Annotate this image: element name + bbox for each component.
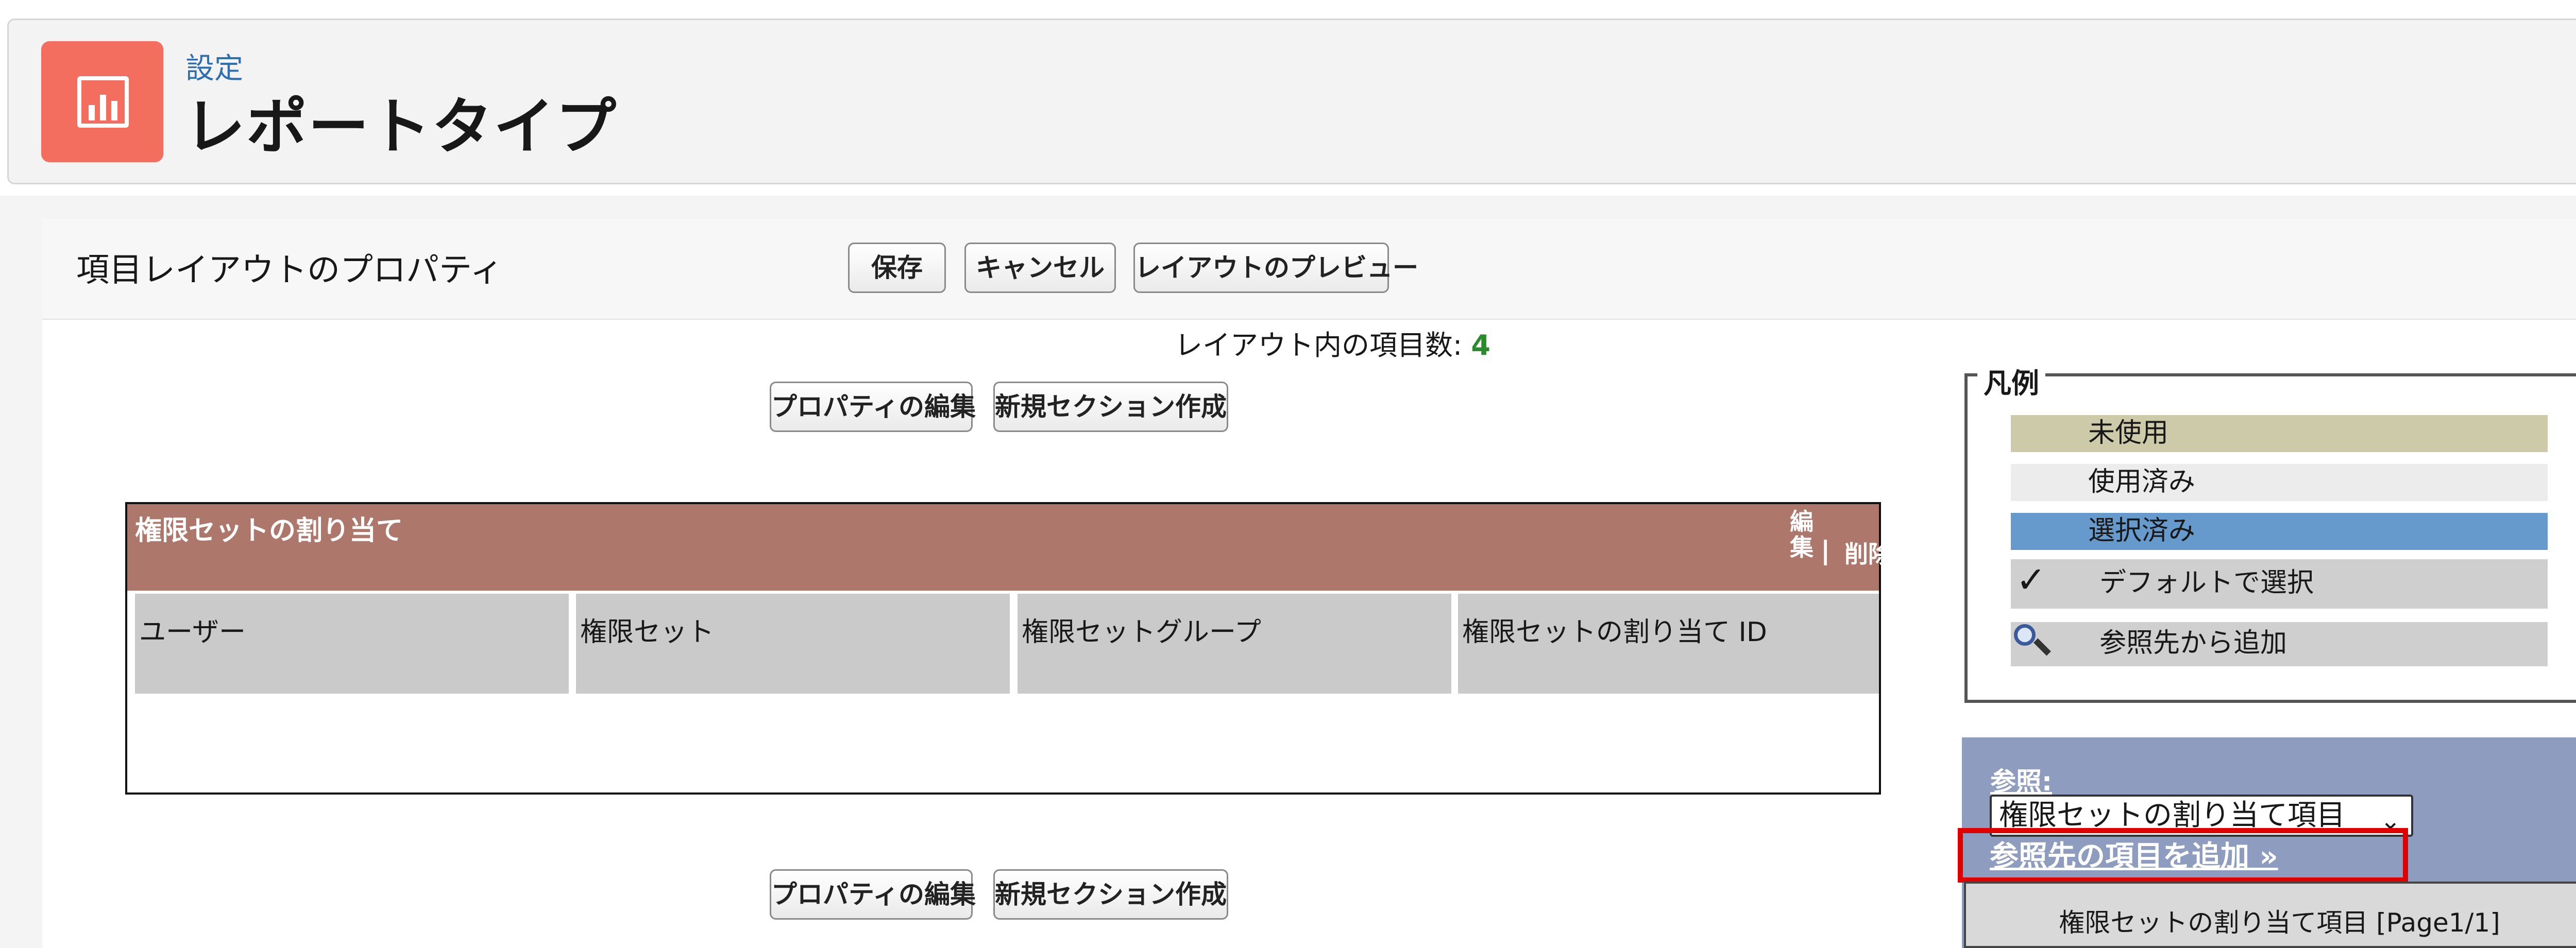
check-icon: ✓ bbox=[2016, 559, 2046, 601]
layout-field-permission-set-group[interactable]: 権限セットグループ bbox=[1018, 594, 1451, 694]
lookup-label: 参照: bbox=[1990, 767, 2052, 797]
edit-properties-button[interactable]: プロパティの編集 bbox=[770, 382, 976, 432]
legend-label: 未使用 bbox=[2088, 418, 2169, 449]
cancel-button[interactable]: キャンセル bbox=[964, 243, 1116, 293]
legend-item-unused: 未使用 bbox=[2011, 415, 2548, 452]
legend-title: 凡例 bbox=[1977, 360, 2045, 401]
highlight-box bbox=[1958, 828, 2408, 883]
legend-item-selected: 選択済み bbox=[2011, 513, 2548, 550]
layout-field-user[interactable]: ユーザー bbox=[135, 594, 569, 694]
legend-label: 使用済み bbox=[2088, 467, 2196, 497]
layout-field-permission-set[interactable]: 権限セット bbox=[576, 594, 1010, 694]
legend-label: 参照先から追加 bbox=[2099, 628, 2287, 659]
field-count-label: レイアウト内の項目数: bbox=[1175, 329, 1463, 361]
report-icon bbox=[41, 41, 163, 162]
field-layout-properties-title: 項目レイアウトのプロパティ bbox=[76, 251, 503, 289]
lookup-selected-value: 権限セットの割り当て項目 bbox=[1999, 799, 2345, 832]
field-count-text: レイアウト内の項目数: 4 bbox=[1175, 322, 1490, 363]
legend-item-add-from-lookup: 参照先から追加 bbox=[2011, 622, 2548, 666]
section-link-separator: | bbox=[1821, 536, 1831, 565]
legend-item-default-selected: ✓ デフォルトで選択 bbox=[2011, 559, 2548, 609]
save-button[interactable]: 保存 bbox=[848, 243, 946, 293]
section-name: 権限セットの割り当て bbox=[135, 515, 403, 546]
field-count-value: 4 bbox=[1471, 329, 1490, 361]
legend-label: 選択済み bbox=[2088, 515, 2196, 546]
legend-label: デフォルトで選択 bbox=[2099, 567, 2314, 598]
section-edit-link[interactable]: 編集 bbox=[1784, 509, 1820, 560]
page-title: レポートタイプ bbox=[184, 91, 618, 162]
new-section-button-bottom[interactable]: 新規セクション作成 bbox=[993, 869, 1228, 920]
legend-item-used: 使用済み bbox=[2011, 464, 2548, 501]
new-section-button[interactable]: 新規セクション作成 bbox=[993, 382, 1228, 432]
layout-field-assignment-id[interactable]: 権限セットの割り当て ID bbox=[1458, 594, 1879, 694]
section-delete-link[interactable]: 削除 bbox=[1844, 536, 1892, 570]
magnifier-icon bbox=[2014, 624, 2051, 657]
edit-properties-button-bottom[interactable]: プロパティの編集 bbox=[770, 869, 976, 920]
layout-preview-button[interactable]: レイアウトのプレビュー bbox=[1133, 243, 1418, 293]
field-list-title: 権限セットの割り当て項目 [Page1/1] bbox=[2059, 908, 2500, 938]
